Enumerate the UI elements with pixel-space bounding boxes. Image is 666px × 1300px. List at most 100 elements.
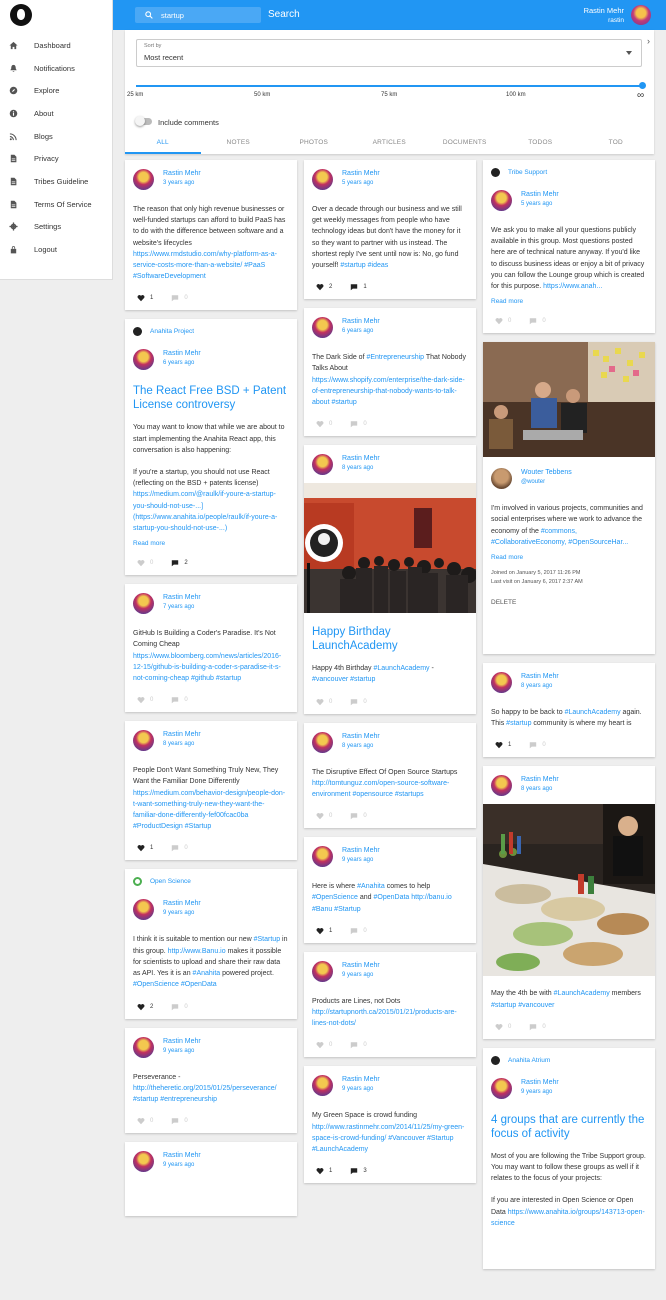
- search-input[interactable]: [161, 9, 256, 21]
- group-name[interactable]: Open Science: [150, 878, 191, 885]
- post-title[interactable]: Happy Birthday LaunchAcademy: [304, 615, 476, 653]
- post-photo-container[interactable]: [304, 483, 476, 615]
- post-link[interactable]: http://theheretic.org/2015/01/25/perseve…: [133, 1085, 277, 1103]
- post-link[interactable]: #LaunchAcademy: [554, 990, 610, 997]
- tab-articles[interactable]: ARTICLES: [352, 131, 428, 154]
- post-time[interactable]: 8 years ago: [521, 786, 559, 792]
- avatar[interactable]: [133, 169, 154, 190]
- like-button[interactable]: 0: [316, 812, 332, 820]
- sidebar-item-explore[interactable]: Explore: [0, 79, 112, 102]
- post-link[interactable]: (https://www.anahita.io/people/raulk/if-…: [133, 514, 277, 532]
- post-link[interactable]: http://www.Banu.io: [168, 948, 226, 955]
- avatar[interactable]: [133, 899, 154, 921]
- comment-button[interactable]: 3: [350, 1167, 367, 1175]
- comment-button[interactable]: 0: [171, 696, 188, 704]
- group-name[interactable]: Anahita Project: [150, 328, 194, 335]
- post-link[interactable]: #OpenScience #OpenData: [133, 981, 217, 988]
- post-time[interactable]: 6 years ago: [342, 328, 380, 334]
- comment-button[interactable]: 0: [350, 1041, 367, 1049]
- group-name[interactable]: Anahita Atrium: [508, 1057, 550, 1064]
- like-button[interactable]: 0: [316, 1041, 332, 1049]
- avatar[interactable]: [133, 1151, 154, 1173]
- avatar[interactable]: [133, 593, 154, 615]
- post-time[interactable]: 9 years ago: [342, 972, 380, 978]
- post-link[interactable]: #Startup: [254, 936, 280, 943]
- post-photo[interactable]: [304, 483, 476, 614]
- like-button[interactable]: 0: [137, 559, 153, 567]
- post-time[interactable]: 8 years ago: [342, 743, 380, 749]
- like-button[interactable]: 0: [495, 317, 511, 325]
- cover-photo[interactable]: [483, 342, 655, 459]
- post-link[interactable]: #Anahita: [357, 883, 385, 890]
- post-link[interactable]: #Entrepreneurship: [366, 354, 424, 361]
- post-time[interactable]: 5 years ago: [521, 201, 559, 207]
- tab-all[interactable]: ALL: [125, 131, 201, 154]
- author-name[interactable]: Rastin Mehr: [163, 731, 201, 738]
- author-name[interactable]: Rastin Mehr: [163, 594, 201, 601]
- post-time[interactable]: 8 years ago: [163, 741, 201, 747]
- post-time[interactable]: @wouter: [521, 479, 572, 485]
- avatar[interactable]: [133, 730, 154, 752]
- author-name[interactable]: Rastin Mehr: [342, 733, 380, 740]
- read-more-link[interactable]: Read more: [125, 534, 297, 547]
- user-avatar[interactable]: [631, 5, 651, 25]
- tab-documents[interactable]: DOCUMENTS: [427, 131, 503, 154]
- tab-tod[interactable]: TOD: [578, 131, 654, 154]
- avatar[interactable]: [312, 1075, 333, 1097]
- sidebar-item-terms-of-service[interactable]: Terms Of Service: [0, 193, 112, 216]
- search-box[interactable]: [135, 7, 261, 23]
- comment-button[interactable]: 0: [529, 317, 546, 325]
- author-name[interactable]: Rastin Mehr: [342, 962, 380, 969]
- author-name[interactable]: Rastin Mehr: [163, 350, 201, 357]
- sidebar-item-notifications[interactable]: Notifications: [0, 57, 112, 80]
- tribes-logo[interactable]: [10, 4, 32, 26]
- comment-button[interactable]: 2: [171, 559, 188, 567]
- post-time[interactable]: 9 years ago: [521, 1089, 559, 1095]
- post-link[interactable]: https://medium.com/@raulk/if-youre-a-sta…: [133, 491, 276, 509]
- post-title[interactable]: The React Free BSD + Patent License cont…: [125, 374, 297, 412]
- avatar[interactable]: [491, 468, 512, 490]
- author-name[interactable]: Rastin Mehr: [342, 847, 380, 854]
- post-time[interactable]: 9 years ago: [342, 857, 380, 863]
- post-photo-container[interactable]: [483, 804, 655, 978]
- post-link[interactable]: #OpenScience: [312, 894, 358, 901]
- author-name[interactable]: Rastin Mehr: [342, 1076, 380, 1083]
- tab-todos[interactable]: TODOS: [503, 131, 579, 154]
- comment-button[interactable]: 1: [350, 283, 367, 291]
- comment-button[interactable]: 0: [171, 294, 188, 302]
- sidebar-item-logout[interactable]: Logout: [0, 238, 112, 261]
- author-name[interactable]: Rastin Mehr: [163, 1038, 201, 1045]
- avatar[interactable]: [312, 454, 333, 476]
- comment-button[interactable]: 0: [350, 927, 367, 935]
- comment-button[interactable]: 0: [171, 1003, 188, 1011]
- post-title[interactable]: 4 groups that are currently the focus of…: [483, 1103, 655, 1141]
- group-name[interactable]: Tribe Support: [508, 169, 547, 176]
- author-name[interactable]: Rastin Mehr: [342, 170, 380, 177]
- post-time[interactable]: 8 years ago: [521, 683, 559, 689]
- user-name[interactable]: Rastin Mehr: [584, 6, 624, 15]
- avatar[interactable]: [491, 775, 512, 797]
- like-button[interactable]: 0: [316, 698, 332, 706]
- post-group[interactable]: Anahita Atrium: [483, 1048, 655, 1069]
- like-button[interactable]: 0: [495, 1023, 511, 1031]
- post-group[interactable]: Open Science: [125, 869, 297, 890]
- post-time[interactable]: 5 years ago: [342, 180, 380, 186]
- author-name[interactable]: Rastin Mehr: [342, 455, 380, 462]
- distance-slider-track[interactable]: [136, 85, 643, 87]
- author-name[interactable]: Rastin Mehr: [163, 170, 201, 177]
- like-button[interactable]: 0: [137, 696, 153, 704]
- post-time[interactable]: 9 years ago: [163, 1048, 201, 1054]
- post-group[interactable]: Tribe Support: [483, 160, 655, 181]
- tab-photos[interactable]: PHOTOS: [276, 131, 352, 154]
- sidebar-item-blogs[interactable]: Blogs: [0, 125, 112, 148]
- comment-button[interactable]: 0: [350, 698, 367, 706]
- read-more-link[interactable]: Read more: [483, 292, 655, 305]
- post-link[interactable]: #Anahita: [193, 970, 221, 977]
- like-button[interactable]: 0: [316, 420, 332, 428]
- author-name[interactable]: Rastin Mehr: [163, 1152, 201, 1159]
- like-button[interactable]: 1: [316, 927, 332, 935]
- sidebar-item-tribes-guideline[interactable]: Tribes Guideline: [0, 170, 112, 193]
- post-group[interactable]: Anahita Project: [125, 319, 297, 340]
- profile-cover-photo[interactable]: [483, 342, 655, 458]
- avatar[interactable]: [133, 1036, 154, 1058]
